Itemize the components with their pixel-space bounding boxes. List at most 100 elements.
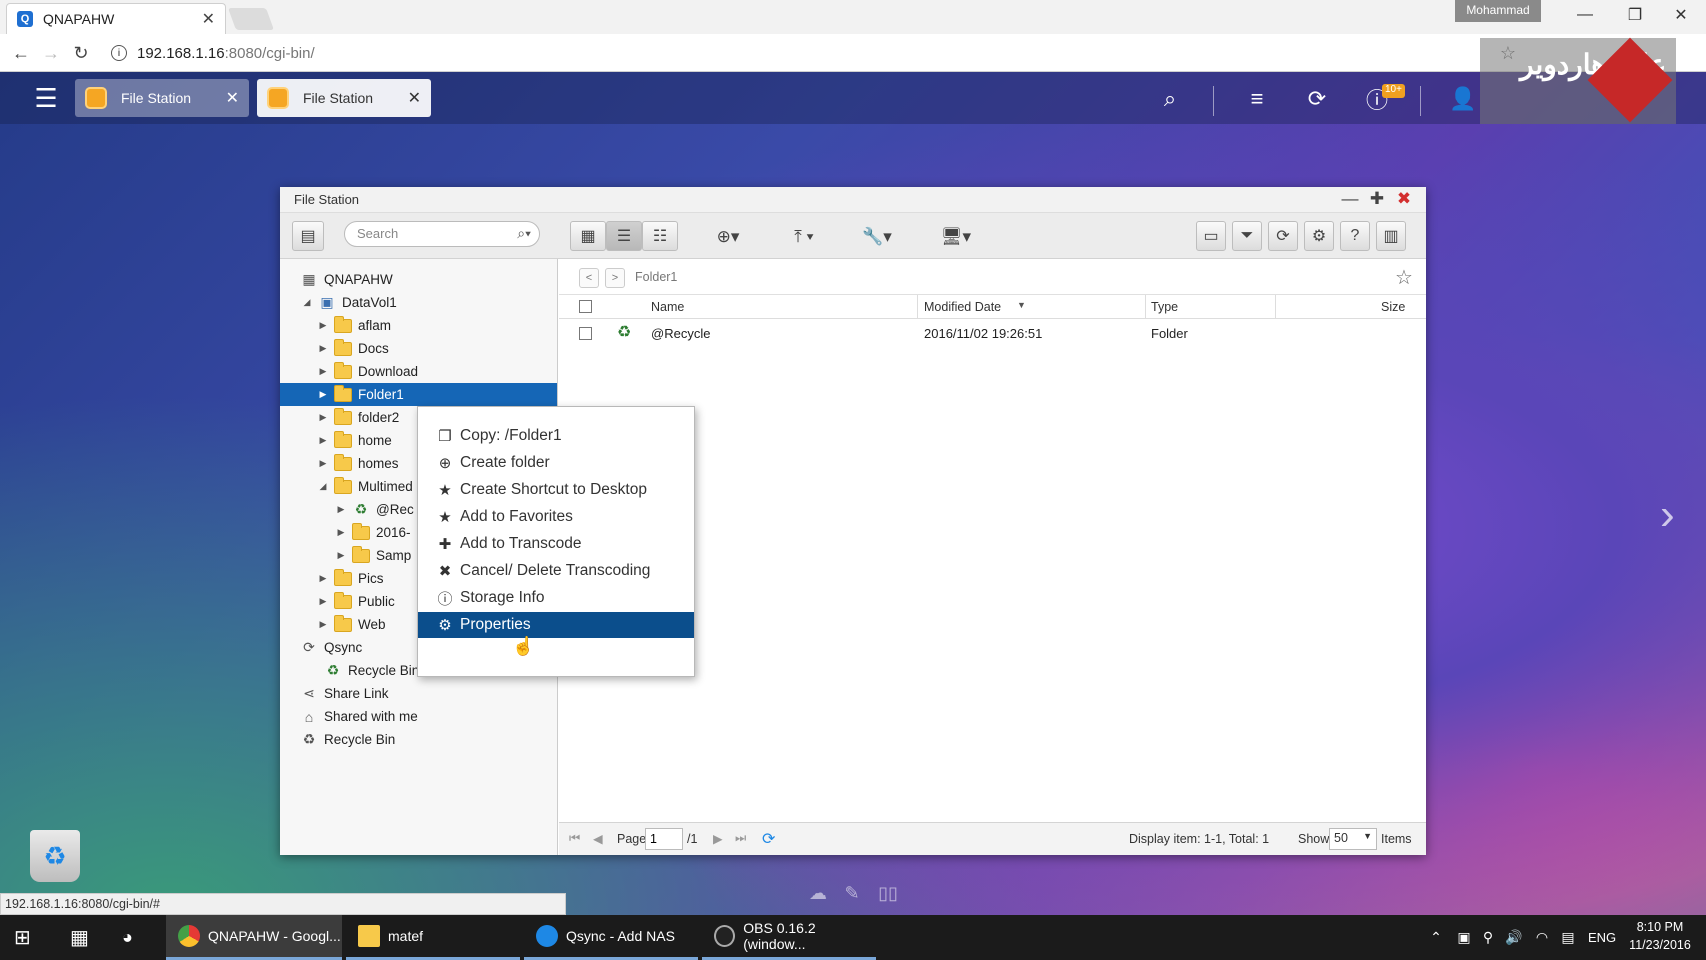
toggle-sidebar-icon[interactable]: ▤ xyxy=(292,221,324,251)
maximize-icon[interactable]: ✚ xyxy=(1367,189,1387,209)
minimize-icon[interactable]: — xyxy=(1560,0,1610,30)
collapse-arrow-icon[interactable]: ◢ xyxy=(300,297,314,308)
info-icon[interactable]: i xyxy=(111,45,127,61)
thumbnail-view-icon[interactable]: ▦ xyxy=(570,221,606,251)
column-modified[interactable]: Modified Date xyxy=(924,300,1001,314)
next-desktop-arrow-icon[interactable]: › xyxy=(1660,490,1675,540)
expand-arrow-icon[interactable]: ▶ xyxy=(334,504,348,515)
close-tab-icon[interactable]: ✕ xyxy=(202,9,215,29)
expand-arrow-icon[interactable]: ▶ xyxy=(316,458,330,469)
tree-volume[interactable]: ◢ ▣ DataVol1 xyxy=(280,291,557,314)
expand-arrow-icon[interactable]: ▶ xyxy=(316,366,330,377)
desktop-recycle-bin-icon[interactable]: ♻ xyxy=(30,830,80,882)
upload-dropdown-icon[interactable]: ⤒ ▾ xyxy=(774,227,834,247)
column-size[interactable]: Size xyxy=(1381,300,1405,314)
reload-icon[interactable]: ↻ xyxy=(68,42,94,64)
collapse-arrow-icon[interactable]: ◢ xyxy=(316,481,330,492)
expand-arrow-icon[interactable]: ▶ xyxy=(334,550,348,561)
chevron-up-icon[interactable]: ⌃ xyxy=(1424,927,1448,947)
back-icon[interactable]: ← xyxy=(8,42,34,64)
expand-arrow-icon[interactable]: ▶ xyxy=(316,596,330,607)
sync-icon[interactable]: ⟳ xyxy=(1300,84,1334,114)
system-clock[interactable]: 8:10 PM 11/23/2016 xyxy=(1620,918,1700,954)
close-icon[interactable]: ✕ xyxy=(226,88,239,108)
storage-icon[interactable]: ▭ xyxy=(1196,221,1226,251)
menu-item-storage-info[interactable]: ⓘ Storage Info xyxy=(418,585,694,611)
background-tasks-icon[interactable]: ≡ xyxy=(1240,84,1274,114)
taskbar-app-chrome[interactable]: QNAPAHW - Googl... xyxy=(166,915,342,960)
profile-name[interactable]: Mohammad xyxy=(1455,0,1541,22)
expand-arrow-icon[interactable]: ▶ xyxy=(316,412,330,423)
qts-tab-file-station-2[interactable]: File Station ✕ xyxy=(257,79,431,117)
wifi-icon[interactable]: ◠ xyxy=(1530,927,1554,947)
windows-start-icon[interactable]: ⊞ xyxy=(14,915,42,960)
tree-folder[interactable]: ▶ Download xyxy=(280,360,557,383)
menu-item-properties[interactable]: ⚙ Properties xyxy=(418,612,694,638)
new-tab-button[interactable] xyxy=(227,8,275,30)
page-size-select[interactable]: 50 ▼ xyxy=(1329,828,1377,850)
tree-shared-with-me[interactable]: ⌂ Shared with me xyxy=(280,705,557,728)
settings-icon[interactable]: ⚙ xyxy=(1304,221,1334,251)
language-indicator[interactable]: ENG xyxy=(1588,930,1616,945)
minimize-icon[interactable]: — xyxy=(1340,189,1360,209)
list-view-icon[interactable]: ☰ xyxy=(606,221,642,251)
last-page-icon[interactable]: ⏭ xyxy=(735,831,746,846)
panel-icon[interactable]: ▥ xyxy=(1376,221,1406,251)
user-icon[interactable]: 👤 xyxy=(1446,84,1480,114)
first-page-icon[interactable]: ⏮ xyxy=(569,831,580,846)
prev-page-icon[interactable]: ◀ xyxy=(593,831,603,846)
tree-recycle-bin[interactable]: ♻ Recycle Bin xyxy=(280,728,557,751)
cloud-icon[interactable]: ☁ xyxy=(804,880,832,906)
search-input[interactable]: Search ⌕▾ xyxy=(344,221,540,247)
tree-share-link[interactable]: ⋖ Share Link xyxy=(280,682,557,705)
restore-icon[interactable]: ❐ xyxy=(1610,0,1660,30)
refresh-icon[interactable]: ⟳ xyxy=(762,829,775,849)
network-icon[interactable]: ⚲ xyxy=(1476,927,1500,947)
volume-icon[interactable]: 🔊 xyxy=(1502,927,1526,947)
detail-view-icon[interactable]: ☷ xyxy=(642,221,678,251)
tree-folder-selected[interactable]: ▶ Folder1 xyxy=(280,383,557,406)
menu-item-create-folder[interactable]: ⊕ Create folder xyxy=(418,450,694,476)
column-name[interactable]: Name xyxy=(651,300,684,314)
back-icon[interactable]: < xyxy=(579,268,599,288)
menu-item-add-favorites[interactable]: ★ Add to Favorites xyxy=(418,504,694,530)
refresh-icon[interactable]: ⟳ xyxy=(1268,221,1298,251)
expand-arrow-icon[interactable]: ▶ xyxy=(316,619,330,630)
menu-item-cancel-transcoding[interactable]: ✖ Cancel/ Delete Transcoding xyxy=(418,558,694,584)
taskbar-app-folder[interactable]: matef xyxy=(346,915,520,960)
main-menu-icon[interactable]: ☰ xyxy=(30,82,62,114)
help-icon[interactable]: ? xyxy=(1340,221,1370,251)
row-checkbox[interactable] xyxy=(579,327,592,340)
expand-arrow-icon[interactable]: ▶ xyxy=(316,389,330,400)
tools-icon[interactable]: ✎ xyxy=(838,880,866,906)
filter-icon[interactable]: ⏷ xyxy=(1232,221,1262,251)
tree-folder[interactable]: ▶ Docs xyxy=(280,337,557,360)
url-field[interactable]: i 192.168.1.16:8080/cgi-bin/ xyxy=(103,40,1483,66)
menu-item-create-shortcut[interactable]: ★ Create Shortcut to Desktop xyxy=(418,477,694,503)
search-icon[interactable]: ⌕▾ xyxy=(517,225,531,242)
browser-tab[interactable]: Q QNAPAHW ✕ xyxy=(6,3,226,34)
tray-app-icon[interactable]: ▣ xyxy=(1452,927,1476,947)
forward-icon[interactable]: > xyxy=(605,268,625,288)
create-dropdown-icon[interactable]: ⊕▾ xyxy=(708,227,748,247)
page-input[interactable] xyxy=(645,828,683,850)
tree-root[interactable]: ▦ QNAPAHW xyxy=(280,268,557,291)
close-window-icon[interactable]: ✕ xyxy=(1656,0,1706,30)
taskbar-app-obs[interactable]: OBS 0.16.2 (window... xyxy=(702,915,876,960)
calculator-icon[interactable]: ▦ xyxy=(70,915,96,960)
next-page-icon[interactable]: ▶ xyxy=(713,831,723,846)
search-icon[interactable]: ⌕ xyxy=(1153,84,1187,114)
close-icon[interactable]: ✕ xyxy=(408,88,421,108)
table-row[interactable]: ♻ @Recycle 2016/11/02 19:26:51 Folder xyxy=(559,320,1426,348)
expand-arrow-icon[interactable]: ▶ xyxy=(334,527,348,538)
tools-dropdown-icon[interactable]: 🔧▾ xyxy=(852,227,902,247)
menu-item-add-transcode[interactable]: ✚ Add to Transcode xyxy=(418,531,694,557)
menu-item-copy[interactable]: ❐ Copy: /Folder1 xyxy=(418,423,694,449)
favorite-star-icon[interactable]: ☆ xyxy=(1395,265,1413,290)
close-icon[interactable]: ✖ xyxy=(1394,189,1414,209)
taskbar-app-qsync[interactable]: Qsync - Add NAS xyxy=(524,915,698,960)
select-all-checkbox[interactable] xyxy=(579,300,592,313)
book-icon[interactable]: ▯▯ xyxy=(874,880,902,906)
app-icon[interactable]: ◕ xyxy=(122,915,150,960)
column-type[interactable]: Type xyxy=(1151,300,1178,314)
